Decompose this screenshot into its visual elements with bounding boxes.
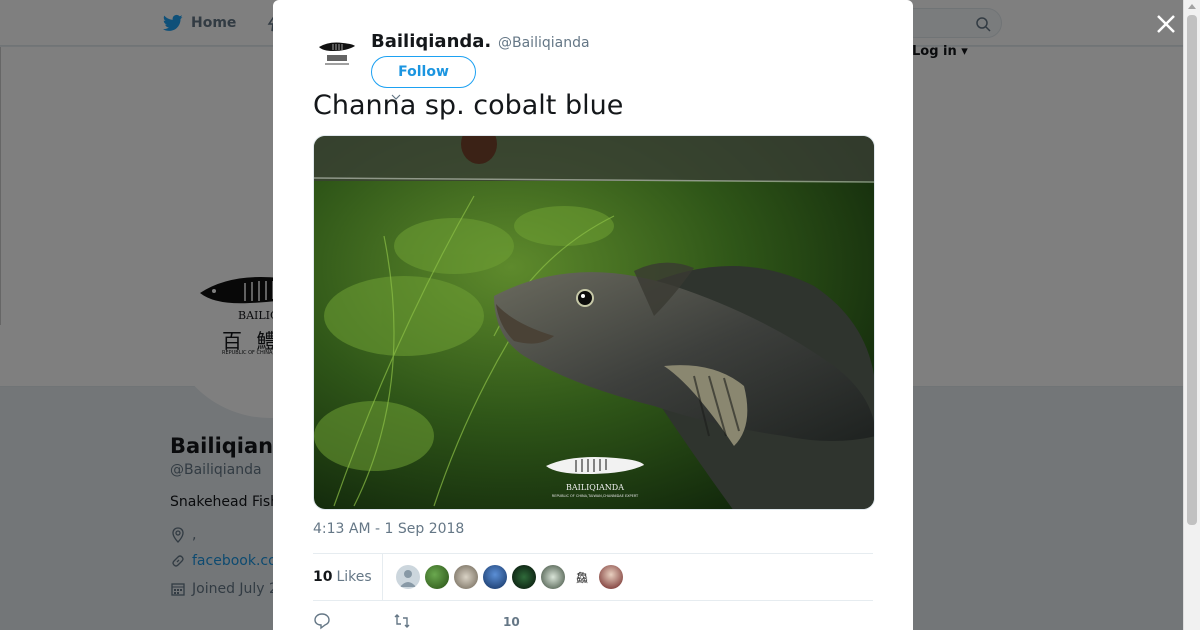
retweet-icon[interactable] (393, 612, 411, 630)
likes-number: 10 (313, 569, 333, 585)
author-handle[interactable]: @Bailiqianda (498, 35, 590, 51)
author-name[interactable]: Bailiqianda. (371, 31, 491, 52)
tweet-photo[interactable]: BAILIQIANDA REPUBLIC OF CHINA,TAIWAN,CHA… (313, 135, 875, 510)
photo-watermark: BAILIQIANDA (566, 483, 624, 492)
follow-button[interactable]: Follow (371, 56, 476, 88)
liker-avatar[interactable] (396, 565, 420, 589)
liker-glyph: 鱻 (575, 570, 588, 585)
liker-avatar[interactable] (512, 565, 536, 589)
scroll-up-arrow[interactable] (1188, 4, 1196, 9)
tweet-text: Channa sp. cobalt blue (313, 90, 624, 121)
liker-avatar[interactable]: 鱻 (570, 565, 594, 589)
tweet-modal: Bailiqianda. @Bailiqianda Follow Channa … (273, 0, 913, 630)
liker-avatar[interactable] (454, 565, 478, 589)
scrollbar[interactable] (1183, 0, 1200, 630)
tweet-timestamp: 4:13 AM - 1 Sep 2018 (313, 521, 465, 537)
reply-icon[interactable] (313, 612, 331, 630)
close-icon[interactable] (1154, 12, 1178, 36)
likes-label: Likes (336, 569, 372, 585)
photo-watermark-sub: REPUBLIC OF CHINA,TAIWAN,CHANNIDAE EXPER… (552, 494, 639, 498)
likes-row: 10 Likes 鱻 (313, 553, 873, 601)
default-avatar-icon (400, 570, 416, 587)
liker-avatar[interactable] (483, 565, 507, 589)
liker-avatar[interactable] (541, 565, 565, 589)
liker-avatar[interactable] (599, 565, 623, 589)
fish-photo-image: BAILIQIANDA REPUBLIC OF CHINA,TAIWAN,CHA… (314, 136, 874, 509)
scrollbar-thumb[interactable] (1187, 15, 1197, 525)
likes-count[interactable]: 10 Likes (313, 554, 383, 600)
author-avatar[interactable] (313, 33, 359, 79)
like-count[interactable]: 10 (503, 615, 520, 629)
liker-avatar[interactable] (425, 565, 449, 589)
likers-list: 鱻 (396, 565, 623, 589)
snakehead-logo-icon (319, 42, 355, 65)
chevron-down-icon[interactable] (391, 94, 401, 102)
